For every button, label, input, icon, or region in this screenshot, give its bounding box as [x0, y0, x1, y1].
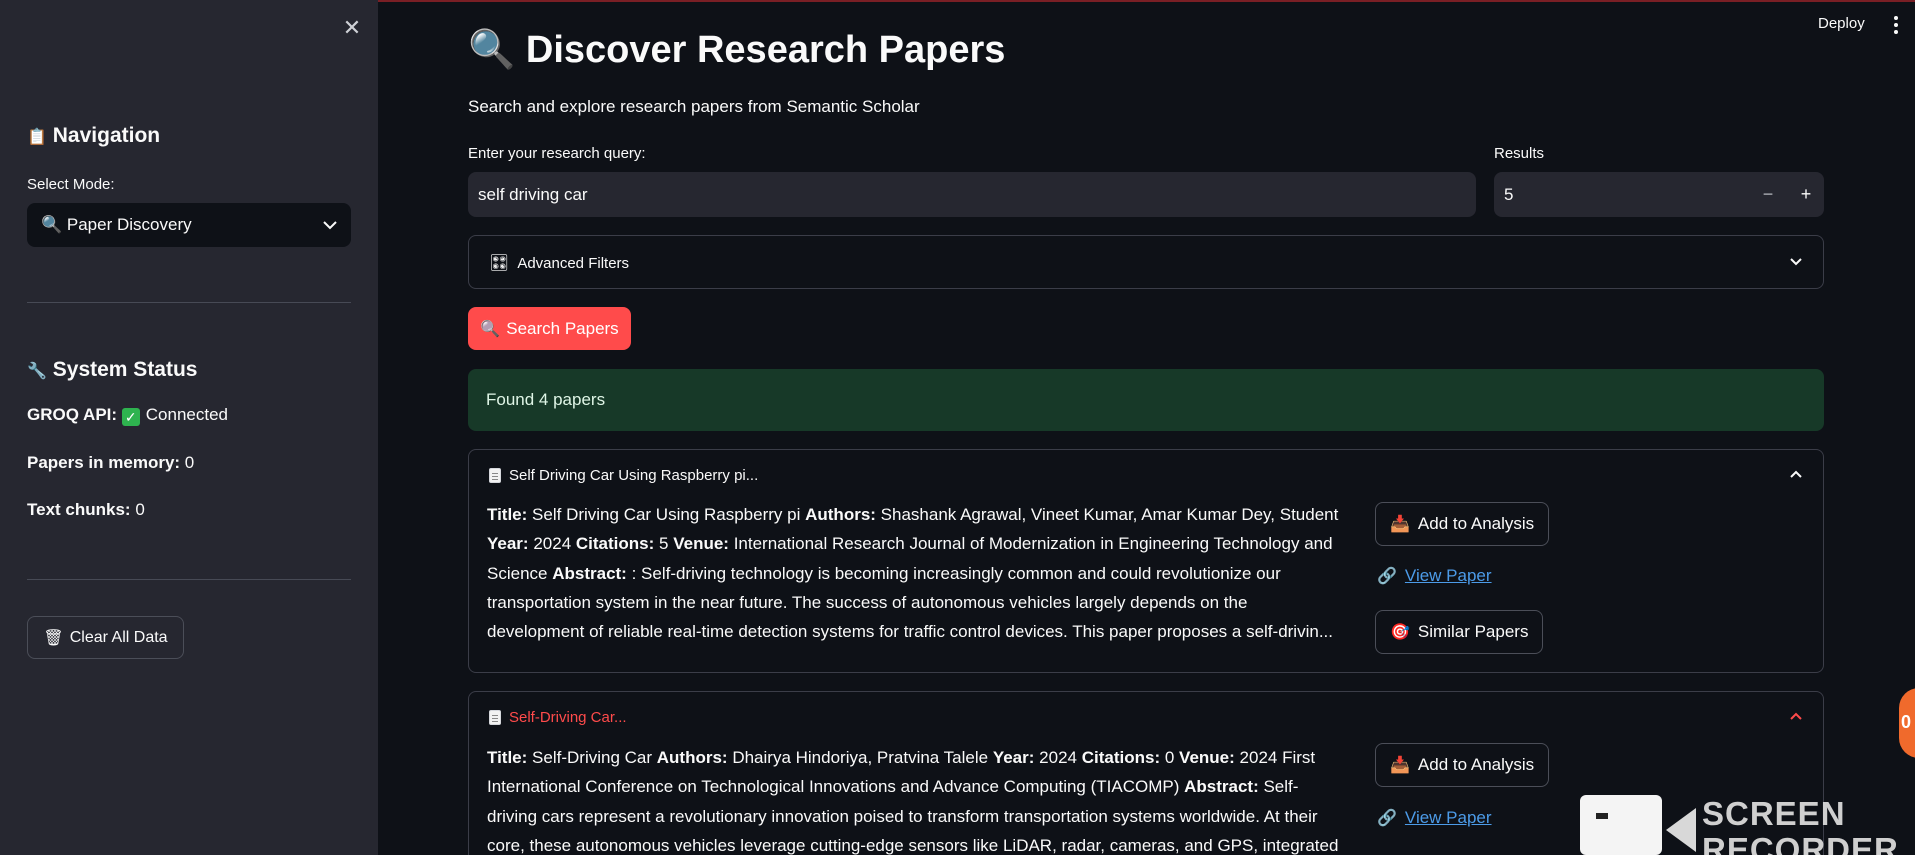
title-label: Title: [487, 505, 528, 524]
search-icon: 🔍 [480, 320, 501, 338]
abstract-label: Abstract: [1184, 777, 1259, 797]
papers-memory-label: Papers in memory: [27, 453, 181, 472]
camera-icon [1580, 795, 1662, 855]
system-status-heading: 🔧 System Status [27, 358, 198, 382]
link-icon: 🔗 [1377, 568, 1397, 585]
results-label: Results [1494, 145, 1545, 162]
paper-details: Title: Self Driving Car Using Raspberry … [487, 500, 1347, 646]
page-title-text: Discover Research Papers [525, 29, 1006, 71]
more-options-icon[interactable] [1886, 13, 1906, 37]
target-icon: 🎯 [1390, 624, 1410, 641]
page-subtitle: Search and explore research papers from … [468, 97, 920, 116]
paper-header-label: Self-Driving Car... [509, 709, 627, 726]
view-paper-link-row: 🔗 View Paper [1377, 808, 1492, 828]
close-sidebar-icon[interactable]: ✕ [338, 14, 366, 42]
increment-button[interactable]: + [1788, 172, 1824, 217]
advanced-filters-header[interactable]: 🎛 Advanced Filters [489, 253, 629, 273]
mode-select[interactable]: 🔍 Paper Discovery [27, 203, 351, 247]
success-alert: Found 4 papers [468, 369, 1824, 431]
clear-all-data-button[interactable]: 🗑 Clear All Data [27, 616, 184, 659]
document-icon [489, 710, 501, 725]
watermark-text: SCREEN RECORDER [1702, 795, 1899, 855]
wrench-icon: 🔧 [27, 363, 47, 380]
groq-value: Connected [145, 405, 229, 424]
title-label: Title: [487, 748, 528, 767]
paper-expander-header[interactable]: Self Driving Car Using Raspberry pi... [489, 467, 758, 484]
clipboard-icon: 📋 [27, 129, 47, 146]
citations-label: Citations: [1081, 748, 1161, 767]
document-icon [489, 468, 501, 483]
chevron-up-icon[interactable] [1789, 709, 1803, 723]
add-to-analysis-label: Add to Analysis [1417, 755, 1535, 774]
papers-memory-value: 0 [184, 453, 195, 472]
paper-year: 2024 [533, 534, 572, 554]
view-paper-link-row: 🔗 View Paper [1377, 566, 1492, 586]
control-knobs-icon: 🎛 [489, 255, 510, 272]
camera-lens-icon [1666, 808, 1696, 852]
paper-authors: Dhairya Hindoriya, Pratvina Talele [732, 748, 989, 767]
paper-title: Self-Driving Car [532, 748, 653, 767]
deploy-button[interactable]: Deploy [1818, 15, 1865, 32]
groq-label: GROQ API: [27, 405, 118, 424]
paper-details: Title: Self-Driving Car Authors: Dhairya… [487, 743, 1347, 855]
paper-header-label: Self Driving Car Using Raspberry pi... [509, 467, 759, 484]
query-input[interactable]: self driving car [468, 172, 1476, 217]
year-label: Year: [992, 748, 1035, 767]
chevron-up-icon[interactable] [1789, 467, 1803, 481]
recording-badge[interactable]: 0 [1899, 688, 1915, 758]
paper-citations: 5 [659, 534, 669, 554]
magnifier-icon: 🔍 [468, 29, 516, 71]
clear-all-data-label: Clear All Data [69, 628, 168, 646]
decrement-button[interactable]: − [1750, 172, 1786, 217]
chevron-down-icon [323, 220, 337, 229]
chevron-down-icon[interactable] [1789, 255, 1803, 269]
sidebar-divider [27, 579, 351, 580]
citations-label: Citations: [575, 534, 655, 554]
sidebar-divider [27, 302, 351, 303]
navigation-title: Navigation [52, 124, 161, 147]
papers-in-memory: Papers in memory: 0 [27, 453, 194, 473]
add-to-analysis-label: Add to Analysis [1417, 514, 1535, 533]
recording-badge-text: 0 [1901, 712, 1912, 732]
text-chunks-label: Text chunks: [27, 500, 131, 519]
text-chunks-value: 0 [135, 500, 145, 519]
paper-title: Self Driving Car Using Raspberry pi [532, 505, 801, 524]
screen-recorder-watermark: SCREEN RECORDER [1580, 790, 1915, 855]
trash-icon: 🗑 [43, 629, 64, 647]
venue-label: Venue: [673, 534, 729, 554]
authors-label: Authors: [805, 505, 876, 524]
select-mode-label: Select Mode: [27, 176, 115, 193]
page-title: 🔍 Discover Research Papers [468, 28, 1005, 72]
view-paper-link[interactable]: View Paper [1405, 566, 1492, 586]
authors-label: Authors: [656, 748, 728, 767]
groq-status: GROQ API: ✓ Connected [27, 405, 228, 426]
inbox-icon: 📥 [1390, 516, 1410, 533]
paper-citations: 0 [1164, 748, 1175, 767]
system-status-title: System Status [52, 358, 198, 381]
advanced-filters-expander[interactable]: 🎛 Advanced Filters [468, 235, 1824, 289]
mode-select-value: 🔍 Paper Discovery [41, 215, 192, 234]
checkmark-icon: ✓ [121, 408, 140, 426]
add-to-analysis-button[interactable]: 📥 Add to Analysis [1375, 502, 1550, 546]
venue-label: Venue: [1179, 748, 1235, 767]
similar-papers-button[interactable]: 🎯 Similar Papers [1375, 610, 1544, 654]
paper-expander-header[interactable]: Self-Driving Car... [489, 709, 627, 726]
year-label: Year: [487, 534, 529, 554]
navigation-heading: 📋 Navigation [27, 124, 160, 148]
link-icon: 🔗 [1377, 810, 1397, 827]
add-to-analysis-button[interactable]: 📥 Add to Analysis [1375, 743, 1550, 787]
abstract-label: Abstract: [552, 563, 627, 583]
paper-authors: Shashank Agrawal, Vineet Kumar, Amar Kum… [880, 505, 1339, 524]
inbox-icon: 📥 [1390, 757, 1410, 774]
similar-papers-label: Similar Papers [1417, 622, 1529, 641]
advanced-filters-label: Advanced Filters [517, 254, 630, 272]
paper-year: 2024 [1039, 748, 1077, 767]
query-label: Enter your research query: [468, 145, 646, 162]
text-chunks: Text chunks: 0 [27, 500, 145, 520]
search-papers-button[interactable]: 🔍 Search Papers [468, 307, 631, 350]
view-paper-link[interactable]: View Paper [1405, 808, 1492, 828]
sidebar: ✕ 📋 Navigation Select Mode: 🔍 Paper Disc… [0, 0, 378, 855]
search-papers-label: Search Papers [506, 318, 619, 338]
